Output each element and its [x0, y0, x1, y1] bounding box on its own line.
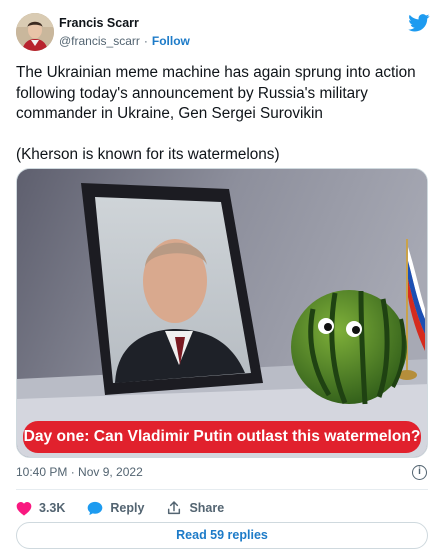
media-image — [17, 169, 427, 457]
like-button[interactable]: 3.3K — [16, 501, 65, 516]
tweet-actions: 3.3K Reply Share — [16, 498, 246, 518]
tweet-timestamp[interactable]: 10:40 PM · Nov 9, 2022 — [16, 465, 143, 479]
author-handle[interactable]: @francis_scarr — [59, 34, 140, 48]
follow-button[interactable]: Follow — [152, 34, 190, 48]
read-replies-button[interactable]: Read 59 replies — [16, 522, 428, 549]
separator: · — [143, 34, 148, 48]
heart-icon — [16, 501, 32, 516]
watermelon — [291, 290, 407, 405]
like-count: 3.3K — [39, 501, 66, 515]
tweet-media[interactable]: Day one: Can Vladimir Putin outlast this… — [16, 168, 428, 458]
reply-label: Reply — [110, 501, 145, 515]
media-caption: Day one: Can Vladimir Putin outlast this… — [23, 421, 421, 453]
twitter-bird-icon[interactable] — [408, 14, 430, 32]
info-icon[interactable]: i — [412, 465, 427, 480]
tweet-card: Francis Scarr @francis_scarr · Follow The … — [0, 0, 446, 557]
divider — [16, 489, 428, 490]
tweet-paragraph: The Ukrainian meme machine has again spr… — [16, 64, 416, 122]
tweet-paragraph: (Kherson is known for its watermelons) — [16, 145, 280, 163]
speech-bubble-icon — [88, 501, 103, 515]
author-avatar[interactable] — [16, 13, 54, 51]
share-button[interactable]: Share — [166, 500, 224, 516]
author-name[interactable]: Francis Scarr — [59, 16, 139, 30]
author-handle-row: @francis_scarr · Follow — [59, 34, 190, 48]
tweet-text: The Ukrainian meme machine has again spr… — [16, 63, 428, 165]
share-arrow-icon — [168, 501, 181, 515]
share-label: Share — [189, 501, 225, 515]
reply-button[interactable]: Reply — [87, 501, 144, 516]
